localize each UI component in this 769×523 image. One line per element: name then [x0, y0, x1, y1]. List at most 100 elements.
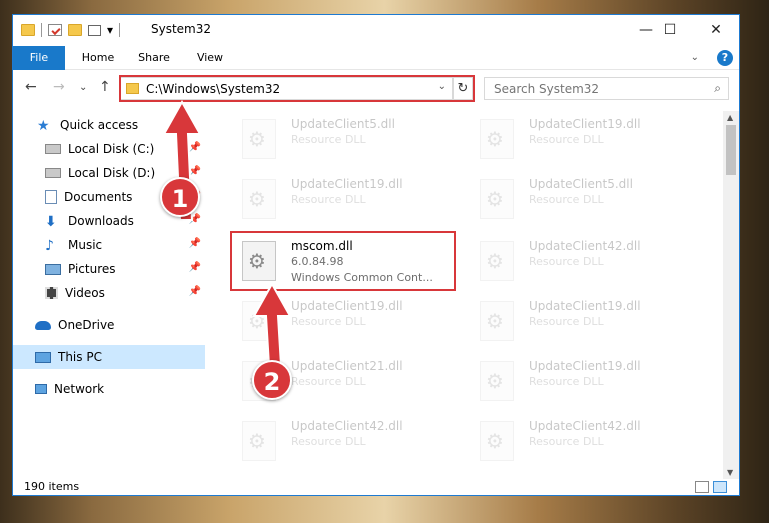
- file-name: UpdateClient19.dll: [291, 299, 403, 313]
- file-item[interactable]: UpdateClient19.dll Resource DLL: [229, 171, 449, 227]
- file-type: Resource DLL: [529, 255, 604, 268]
- sidebar-item-label: Local Disk (C:): [68, 142, 155, 156]
- picture-icon: [45, 263, 61, 275]
- file-item[interactable]: UpdateClient42.dll Resource DLL: [467, 413, 687, 469]
- file-item[interactable]: UpdateClient19.dll Resource DLL: [467, 111, 687, 167]
- sidebar-item-label: Pictures: [68, 262, 116, 276]
- scroll-thumb[interactable]: [726, 125, 736, 175]
- file-item[interactable]: UpdateClient42.dll Resource DLL: [229, 413, 449, 469]
- view-menu-icon[interactable]: [88, 24, 101, 36]
- file-name: UpdateClient19.dll: [529, 117, 641, 131]
- highlight-box-address: [119, 75, 475, 102]
- properties-icon[interactable]: [48, 24, 62, 36]
- pin-icon[interactable]: 📌: [189, 286, 201, 297]
- file-type: Resource DLL: [529, 315, 604, 328]
- customize-toolbar-chevron-icon[interactable]: ▾: [107, 23, 113, 37]
- file-type: Resource DLL: [529, 193, 604, 206]
- sidebar-item-label: Documents: [64, 190, 133, 204]
- sidebar-item-pictures[interactable]: Pictures 📌: [13, 257, 205, 281]
- tab-file[interactable]: File: [13, 46, 65, 70]
- tab-share[interactable]: Share: [129, 46, 179, 70]
- file-item[interactable]: UpdateClient19.dll Resource DLL: [467, 293, 687, 349]
- pin-icon[interactable]: 📌: [189, 262, 201, 273]
- title-bar: ▾ System32 — ☐ ✕: [13, 15, 739, 45]
- file-type: Resource DLL: [291, 133, 366, 146]
- scroll-down-icon[interactable]: ▼: [727, 468, 733, 477]
- drive-icon: [45, 168, 61, 178]
- vertical-scrollbar[interactable]: ▲ ▼: [723, 111, 739, 479]
- file-item[interactable]: UpdateClient19.dll Resource DLL: [467, 353, 687, 409]
- status-bar: 190 items: [13, 477, 739, 495]
- sidebar-item-label: Network: [54, 382, 105, 396]
- file-name: UpdateClient19.dll: [529, 359, 641, 373]
- sidebar-item-this-pc[interactable]: This PC: [13, 345, 205, 369]
- maximize-button[interactable]: ☐: [647, 15, 693, 45]
- computer-icon: [35, 351, 51, 363]
- scroll-up-icon[interactable]: ▲: [727, 113, 733, 122]
- file-item[interactable]: UpdateClient42.dll Resource DLL: [467, 233, 687, 289]
- large-icons-view-icon[interactable]: [713, 481, 727, 493]
- file-type: Resource DLL: [291, 315, 366, 328]
- dll-file-icon: [480, 179, 514, 219]
- search-icon[interactable]: ⌕: [714, 81, 721, 96]
- file-type: Resource DLL: [291, 193, 366, 206]
- sidebar-item-label: OneDrive: [58, 318, 115, 332]
- file-name: UpdateClient5.dll: [529, 177, 633, 191]
- search-box[interactable]: ⌕: [484, 77, 729, 100]
- file-name: UpdateClient19.dll: [291, 177, 403, 191]
- drive-icon: [45, 144, 61, 154]
- item-count: 190 items: [24, 480, 80, 493]
- document-icon: [45, 190, 57, 204]
- music-icon: ♪: [45, 238, 54, 254]
- expand-ribbon-chevron-icon[interactable]: ⌄: [691, 52, 699, 63]
- cloud-icon: [35, 320, 51, 330]
- tab-home[interactable]: Home: [73, 46, 123, 70]
- dll-file-icon: [480, 241, 514, 281]
- dll-file-icon: [480, 119, 514, 159]
- back-arrow-icon[interactable]: ←: [25, 79, 37, 95]
- close-button[interactable]: ✕: [693, 15, 739, 45]
- sidebar-item-videos[interactable]: Videos 📌: [13, 281, 205, 305]
- video-icon: [45, 287, 58, 299]
- file-item[interactable]: UpdateClient5.dll Resource DLL: [229, 111, 449, 167]
- sidebar-item-label: This PC: [58, 350, 102, 364]
- details-view-icon[interactable]: [695, 481, 709, 493]
- window-title: System32: [151, 22, 212, 36]
- sidebar-item-label: Videos: [65, 286, 105, 300]
- new-folder-icon[interactable]: [68, 24, 82, 36]
- sidebar-item-music[interactable]: ♪ Music 📌: [13, 233, 205, 257]
- recent-locations-chevron-icon[interactable]: ⌄: [79, 82, 87, 93]
- step-badge-1: 1: [160, 177, 200, 217]
- folder-icon[interactable]: [21, 24, 35, 36]
- pin-icon[interactable]: 📌: [189, 238, 201, 249]
- file-name: UpdateClient42.dll: [291, 419, 403, 433]
- ribbon-tabs: File Home Share View ⌄ ?: [13, 46, 739, 70]
- file-item[interactable]: UpdateClient5.dll Resource DLL: [467, 171, 687, 227]
- file-name: UpdateClient21.dll: [291, 359, 403, 373]
- toolbar-divider: [41, 23, 42, 37]
- dll-file-icon: [480, 361, 514, 401]
- file-name: UpdateClient42.dll: [529, 239, 641, 253]
- sidebar-item-label: Downloads: [68, 214, 134, 228]
- sidebar-item-label: Quick access: [60, 118, 139, 132]
- navigation-bar: ← → ⌄ ↑ C:\Windows\System32 ⌄ ↻ ⌕: [13, 73, 739, 105]
- file-type: Resource DLL: [529, 375, 604, 388]
- star-icon: ★: [37, 118, 50, 134]
- sidebar-item-onedrive[interactable]: OneDrive: [13, 313, 205, 337]
- network-icon: [35, 384, 47, 394]
- sidebar-item-network[interactable]: Network: [13, 377, 205, 401]
- file-explorer-window: ▾ System32 — ☐ ✕ File Home Share View ⌄ …: [12, 14, 740, 496]
- dll-file-icon: [242, 179, 276, 219]
- quick-access-toolbar: ▾: [21, 22, 121, 38]
- tab-view[interactable]: View: [187, 46, 233, 70]
- file-type: Resource DLL: [291, 375, 366, 388]
- download-icon: ⬇: [45, 214, 57, 230]
- toolbar-divider: [119, 23, 121, 37]
- up-arrow-icon[interactable]: ↑: [99, 79, 111, 95]
- forward-arrow-icon[interactable]: →: [53, 79, 65, 95]
- file-name: UpdateClient19.dll: [529, 299, 641, 313]
- file-type: Resource DLL: [291, 435, 366, 448]
- search-input[interactable]: [485, 78, 685, 99]
- help-icon[interactable]: ?: [717, 50, 733, 66]
- sidebar-item-label: Music: [68, 238, 103, 252]
